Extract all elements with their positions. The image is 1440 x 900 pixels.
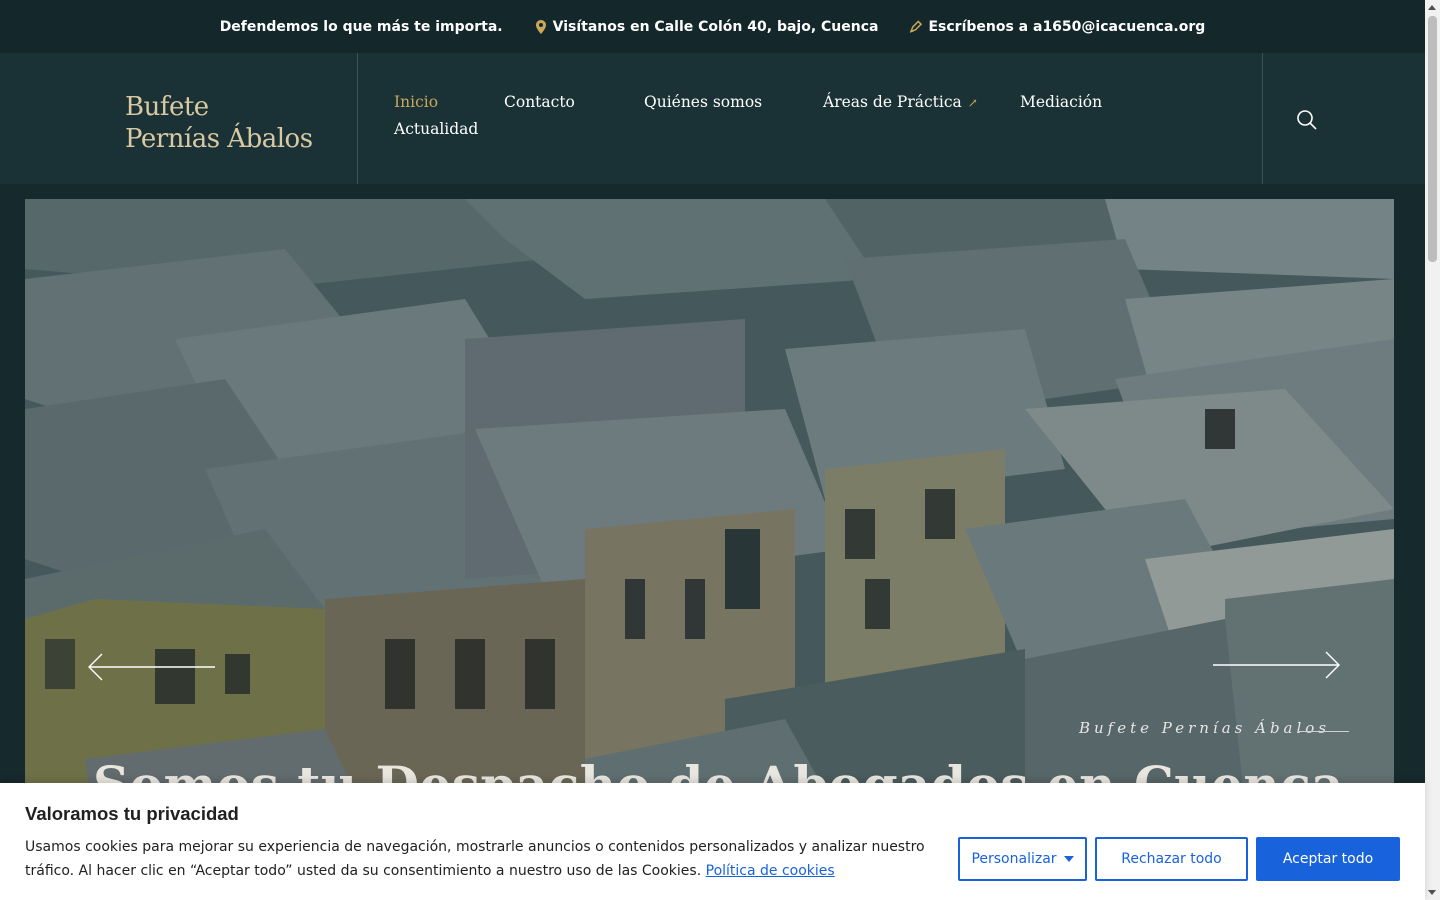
nav-item-quienes-somos[interactable]: Quiénes somos — [644, 93, 762, 111]
logo-line-1[interactable]: Bufete — [125, 91, 313, 123]
scroll-thumb[interactable] — [1428, 16, 1437, 262]
nav-item-areas-de-practica[interactable]: Áreas de Práctica ↗ — [823, 93, 978, 111]
reject-all-button[interactable]: Rechazar todo — [1095, 837, 1248, 881]
nav-item-contacto[interactable]: Contacto — [504, 93, 575, 111]
header-divider-left — [357, 53, 358, 184]
caret-down-icon — [1063, 856, 1074, 862]
nav-item-mediacion[interactable]: Mediación — [1020, 93, 1102, 111]
site-logo[interactable]: Bufete Pernías Ábalos — [125, 91, 313, 155]
cookie-title: Valoramos tu privacidad — [25, 803, 239, 824]
email-text[interactable]: Escríbenos a a1650@icacuenca.org — [928, 19, 1205, 35]
nav-item-actualidad[interactable]: Actualidad — [394, 120, 478, 138]
logo-line-2[interactable]: Pernías Ábalos — [125, 123, 313, 155]
nav-item-areas-label[interactable]: Áreas de Práctica — [823, 93, 962, 111]
cookie-policy-link[interactable]: Política de cookies — [706, 863, 835, 879]
tagline-text: Defendemos lo que más te importa. — [219, 18, 503, 35]
arrow-left-icon[interactable] — [87, 653, 217, 687]
cookie-consent-banner: Valoramos tu privacidad Usamos cookies p… — [0, 783, 1425, 900]
nav-item-inicio[interactable]: Inicio — [394, 93, 438, 111]
customize-button[interactable]: Personalizar — [958, 837, 1087, 881]
top-info-bar: Defendemos lo que más te importa. Visíta… — [0, 0, 1425, 53]
search-icon[interactable] — [1296, 109, 1318, 131]
arrow-right-icon[interactable] — [1211, 651, 1341, 685]
location-pin-icon — [535, 19, 547, 34]
page-scrollbar[interactable] — [1425, 0, 1440, 900]
scroll-down-arrow-icon[interactable] — [1428, 890, 1436, 895]
address-item[interactable]: Visítanos en Calle Colón 40, bajo, Cuenc… — [535, 19, 879, 35]
site-header: Bufete Pernías Ábalos Inicio Contacto Qu… — [0, 53, 1425, 184]
scroll-up-arrow-icon[interactable] — [1428, 5, 1436, 10]
pen-icon — [910, 19, 923, 34]
hero-brand-caption: Bufete Pernías Ábalos — [1079, 719, 1331, 737]
customize-button-label[interactable]: Personalizar — [971, 851, 1056, 867]
accept-all-button[interactable]: Aceptar todo — [1256, 837, 1400, 881]
header-divider-right — [1262, 53, 1263, 184]
address-text[interactable]: Visítanos en Calle Colón 40, bajo, Cuenc… — [553, 19, 879, 35]
caption-divider — [1299, 731, 1349, 732]
external-arrow-icon: ↗ — [967, 96, 978, 110]
email-item[interactable]: Escríbenos a a1650@icacuenca.org — [910, 19, 1205, 35]
tagline: Defendemos lo que más te importa. — [220, 19, 503, 35]
cookie-text: Usamos cookies para mejorar su experienc… — [25, 835, 935, 883]
